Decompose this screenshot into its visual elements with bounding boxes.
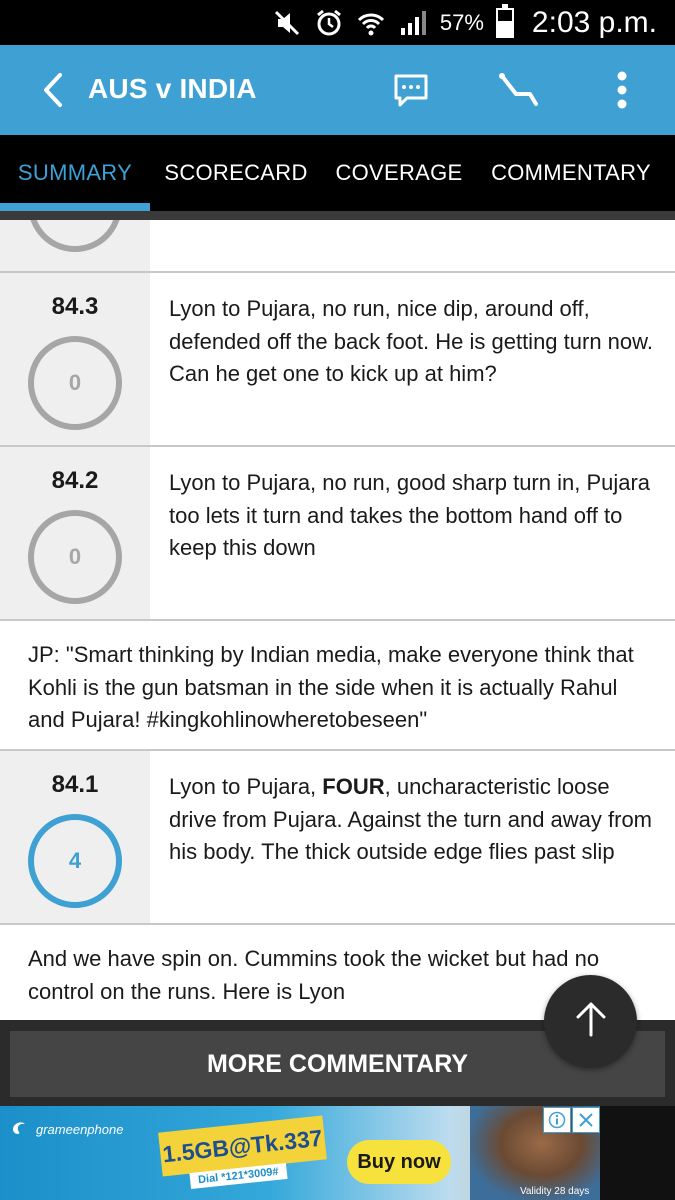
scorecard-icon[interactable] — [493, 65, 543, 115]
over-number: 84.3 — [51, 293, 99, 320]
ad-brand-logo: grameenphone — [10, 1118, 123, 1140]
commentary-prefix: Lyon to Pujara, — [169, 774, 323, 799]
ball-commentary: Lyon to Pujara, FOUR, uncharacteristic l… — [169, 771, 657, 869]
ad-info-icon[interactable] — [543, 1107, 571, 1133]
ad-buy-button[interactable]: Buy now — [347, 1140, 451, 1184]
note-text: JP: "Smart thinking by Indian media, mak… — [28, 642, 634, 732]
commentary-feed[interactable]: 84.3 0 Lyon to Pujara, no run, nice dip,… — [0, 220, 675, 1020]
tab-commentary[interactable]: COMMENTARY — [476, 135, 666, 211]
battery-percent: 57% — [439, 10, 484, 35]
runs-circle — [28, 220, 122, 252]
signal-icon — [398, 8, 428, 38]
tab-divider — [0, 211, 675, 220]
wifi-icon — [356, 8, 386, 38]
comment-note: JP: "Smart thinking by Indian media, mak… — [0, 621, 675, 751]
app-bar: AUS v INDIA — [0, 45, 675, 135]
list-item-partial — [0, 220, 675, 273]
scroll-top-button[interactable] — [544, 975, 637, 1068]
ball-commentary: Lyon to Pujara, no run, good sharp turn … — [169, 470, 651, 560]
ad-brand: grameenphone — [36, 1121, 124, 1137]
status-icons: 57% 2:03 p.m. — [272, 4, 657, 40]
ad-validity: Validity 28 days — [520, 1186, 590, 1197]
runs-circle: 0 — [28, 510, 122, 604]
chat-icon[interactable] — [386, 65, 436, 115]
battery-level — [497, 21, 512, 36]
tab-scorecard[interactable]: SCORECARD — [150, 135, 322, 211]
overflow-menu-icon[interactable] — [597, 65, 647, 115]
status-bar: 57% 2:03 p.m. — [0, 0, 675, 45]
ball-commentary: Lyon to Pujara, no run, nice dip, around… — [169, 296, 653, 386]
ad-banner[interactable]: grameenphone 1.5GB@Tk.337 Dial *121*3009… — [0, 1106, 675, 1200]
ad-close-icon[interactable] — [572, 1107, 600, 1133]
active-tab-indicator — [0, 203, 150, 211]
battery-icon — [495, 4, 514, 38]
tab-coverage[interactable]: COVERAGE — [322, 135, 476, 211]
over-number: 84.1 — [51, 771, 99, 798]
boundary-label: FOUR — [322, 774, 385, 799]
ad-creative[interactable]: grameenphone 1.5GB@Tk.337 Dial *121*3009… — [0, 1106, 600, 1200]
ball-row: 84.1 4 Lyon to Pujara, FOUR, uncharacter… — [0, 751, 675, 925]
runs-circle-boundary: 4 — [28, 814, 122, 908]
mute-icon — [272, 8, 302, 38]
tab-summary[interactable]: SUMMARY — [0, 135, 150, 211]
ball-row: 84.2 0 Lyon to Pujara, no run, good shar… — [0, 447, 675, 621]
brand-logo-icon — [13, 1122, 25, 1134]
alarm-icon — [314, 8, 344, 38]
over-number: 84.2 — [51, 467, 99, 494]
page-title: AUS v INDIA — [88, 73, 257, 104]
arrow-up-icon — [571, 999, 611, 1044]
status-time: 2:03 p.m. — [531, 6, 657, 39]
back-arrow-icon[interactable] — [34, 69, 74, 111]
ball-row: 84.3 0 Lyon to Pujara, no run, nice dip,… — [0, 273, 675, 447]
runs-circle: 0 — [28, 336, 122, 430]
tab-bar: SUMMARY SCORECARD COVERAGE COMMENTARY — [0, 135, 675, 211]
